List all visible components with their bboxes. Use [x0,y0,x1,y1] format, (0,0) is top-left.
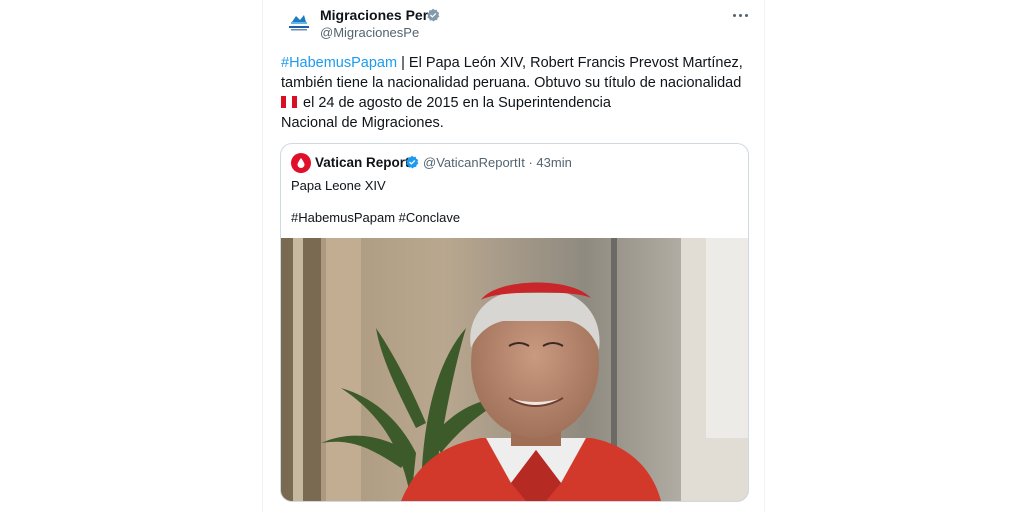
hashtag-link[interactable]: #HabemusPapam [281,55,397,71]
tweet-line-3: el 24 de agosto de 2015 en la Superinten… [303,95,611,111]
quote-hashtags: #HabemusPapam #Conclave [291,210,461,225]
tweet-line-1: | El Papa León XIV, Robert Francis Prevo… [397,55,743,71]
quote-author-name[interactable]: Vatican Report [315,155,410,170]
blue-verified-badge-icon[interactable] [405,155,419,169]
author-avatar[interactable] [282,7,314,39]
quote-handle-time: @VaticanReportIt · 43min [423,155,572,170]
tweet-line-2: también tiene la nacionalidad peruana. O… [281,75,742,91]
quote-author-handle[interactable]: @VaticanReportIt [423,155,525,170]
peru-flag-icon [281,96,297,108]
quote-text-line-1: Papa Leone XIV [291,178,386,193]
tweet-line-4: Nacional de Migraciones. [281,115,444,131]
quoted-tweet[interactable]: Vatican Report @VaticanReportIt · 43min … [280,143,749,502]
grey-verified-badge-icon[interactable] [426,8,440,22]
quote-separator: · [524,155,537,170]
quote-time[interactable]: 43min [536,155,571,170]
tweet-left-border [262,0,263,512]
tweet-text: #HabemusPapam | El Papa León XIV, Robert… [281,53,751,133]
tweet-right-border [764,0,765,512]
migraciones-logo-icon [289,15,309,31]
author-name[interactable]: Migraciones Perú [320,7,437,23]
author-handle[interactable]: @MigracionesPe [320,25,419,40]
vatican-report-avatar[interactable] [291,153,311,173]
photo-illustration [281,238,748,501]
more-options-icon[interactable] [730,6,750,24]
drop-logo-icon [297,158,305,168]
cardinal-portrait-photo[interactable] [281,238,748,501]
